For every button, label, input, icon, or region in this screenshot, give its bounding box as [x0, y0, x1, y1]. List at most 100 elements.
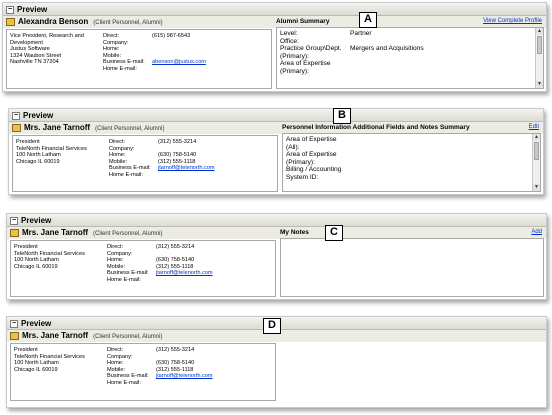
- direct-value: (312) 555-3214: [156, 347, 195, 353]
- home-email-label: Home E-mail:: [107, 379, 141, 386]
- business-email-link[interactable]: jtarnoff@telenorth.com: [156, 270, 213, 277]
- direct-label: Direct:: [103, 33, 120, 39]
- field-label: Billing / Accounting: [286, 166, 342, 174]
- home-email-value: [156, 380, 213, 387]
- contact-phones: Direct: (312) 555-3214 Company: Home: (630…: [107, 347, 213, 387]
- company-label: Company:: [109, 145, 135, 152]
- preview-title: Preview: [17, 5, 48, 14]
- direct-value: (312) 555-3214: [158, 139, 197, 145]
- address-line: Chicago IL 60019: [16, 158, 60, 165]
- direct-label: Direct:: [109, 139, 126, 145]
- summary-row: Practice Group\Dept. Mergers and Acquisit…: [280, 45, 533, 53]
- notes-title: My Notes: [280, 229, 309, 236]
- field-label: (All):: [286, 143, 300, 151]
- field-value: Partner: [350, 30, 372, 37]
- scroll-thumb[interactable]: [534, 142, 539, 160]
- home-value: [152, 46, 206, 53]
- field-label: Area of Expertise: [286, 136, 337, 143]
- address-line: President: [14, 347, 38, 353]
- address-line: Vice President, Research and: [10, 33, 84, 39]
- alumni-summary: Alumni Summary View Complete Profile Lev…: [276, 16, 544, 89]
- home-label: Home:: [103, 46, 120, 53]
- mobile-label: Mobile:: [103, 52, 122, 59]
- contact-name: Mrs. Jane Tarnoff: [24, 123, 91, 132]
- mobile-value: (312) 555-1118: [156, 366, 194, 373]
- business-email-label: Business E-mail:: [107, 270, 149, 277]
- home-email-value: [158, 172, 215, 179]
- address-line: President: [16, 139, 40, 145]
- scroll-thumb[interactable]: [537, 36, 542, 54]
- contact-type: (Client Personnel, Alumni): [93, 231, 163, 237]
- preview-title: Preview: [21, 216, 52, 225]
- field-label: Level:: [280, 30, 298, 37]
- field-label: Area of Expertise: [286, 151, 337, 159]
- address-line: 100 North Latham: [16, 152, 61, 159]
- view-complete-profile-link[interactable]: View Complete Profile: [483, 16, 542, 27]
- address-line: 100 North Latham: [14, 360, 59, 367]
- address-line: Justus Software: [10, 46, 50, 53]
- scroll-down-arrow-icon[interactable]: ▼: [533, 184, 540, 191]
- summary-title: Personnel Information Additional Fields …: [282, 124, 470, 131]
- collapse-toggle-icon[interactable]: −: [10, 319, 18, 328]
- contact-card-icon: [12, 123, 21, 132]
- business-email-link[interactable]: jtarnoff@telenorth.com: [156, 373, 213, 380]
- callout-label-a: A: [359, 12, 377, 28]
- preview-header: − Preview: [3, 3, 546, 16]
- preview-panel-c: − Preview Mrs. Jane Tarnoff (Client Person…: [6, 213, 547, 300]
- summary-scrollbar[interactable]: ▲ ▼: [535, 28, 543, 88]
- add-note-link[interactable]: Add: [531, 227, 542, 238]
- business-email-label: Business E-mail:: [109, 165, 151, 172]
- summary-scrollbar[interactable]: ▲ ▼: [532, 134, 540, 191]
- summary-row: (Primary):: [280, 68, 533, 76]
- field-label: Practice Group\Dept.: [280, 45, 342, 53]
- home-label: Home:: [107, 257, 124, 264]
- business-email-link[interactable]: abenson@justus.com: [152, 59, 206, 66]
- contact-card-icon: [10, 331, 19, 340]
- field-label: (Primary):: [280, 67, 309, 75]
- home-value: (630) 758-5140: [156, 257, 195, 264]
- summary-row: (Primary):: [280, 53, 533, 61]
- company-label: Company:: [107, 353, 133, 360]
- mobile-label: Mobile:: [107, 263, 126, 270]
- company-value: [152, 40, 206, 47]
- home-email-value: [152, 66, 206, 73]
- collapse-toggle-icon[interactable]: −: [10, 216, 18, 225]
- edit-link[interactable]: Edit: [529, 122, 539, 133]
- contact-type: (Client Personnel, Alumni): [93, 20, 163, 26]
- scroll-down-arrow-icon[interactable]: ▼: [536, 81, 543, 88]
- address-line: President: [14, 244, 38, 250]
- contact-details: President TeleNorth Financial Services 1…: [10, 240, 276, 297]
- address-line: Chicago IL 60019: [14, 263, 58, 270]
- summary-fields: Area of Expertise (All): Area of Experti…: [286, 136, 530, 182]
- contact-details: President TeleNorth Financial Services 1…: [10, 343, 276, 401]
- contact-phones: Direct: (312) 555-3214 Company: Home: (630…: [109, 139, 215, 179]
- my-notes: My Notes Add: [280, 227, 544, 297]
- contact-address: President TeleNorth Financial Services 1…: [14, 347, 102, 373]
- contact-phones: Direct: (312) 555-3214 Company: Home: (630…: [107, 244, 213, 284]
- home-email-value: [156, 277, 213, 284]
- contact-details: President TeleNorth Financial Services 1…: [12, 135, 278, 192]
- notes-box: [280, 238, 544, 297]
- callout-label-c: C: [325, 225, 343, 241]
- contact-card-icon: [6, 17, 15, 26]
- address-line: TeleNorth Financial Services: [14, 353, 85, 360]
- contact-details: Vice President, Research and Development…: [6, 29, 272, 89]
- mobile-label: Mobile:: [109, 158, 128, 165]
- direct-label: Direct:: [107, 244, 124, 250]
- scroll-up-arrow-icon[interactable]: ▲: [533, 134, 540, 141]
- preview-title: Preview: [23, 111, 54, 120]
- field-label: Area of Expertise: [280, 60, 331, 68]
- contact-type: (Client Personnel, Alumni): [95, 126, 165, 132]
- collapse-toggle-icon[interactable]: −: [6, 5, 14, 14]
- collapse-toggle-icon[interactable]: −: [12, 111, 20, 120]
- company-value: [156, 354, 213, 361]
- summary-row: Level: Partner: [280, 30, 533, 38]
- callout-label-d: D: [263, 318, 281, 334]
- business-email-link[interactable]: jtarnoff@telenorth.com: [158, 165, 215, 172]
- callout-label-b: B: [333, 108, 351, 124]
- scroll-up-arrow-icon[interactable]: ▲: [536, 28, 543, 35]
- additional-fields-summary: Personnel Information Additional Fields …: [282, 122, 541, 192]
- company-label: Company:: [107, 250, 133, 257]
- company-value: [156, 251, 213, 258]
- preview-panel-b: − Preview Mrs. Jane Tarnoff (Client Person…: [8, 108, 544, 195]
